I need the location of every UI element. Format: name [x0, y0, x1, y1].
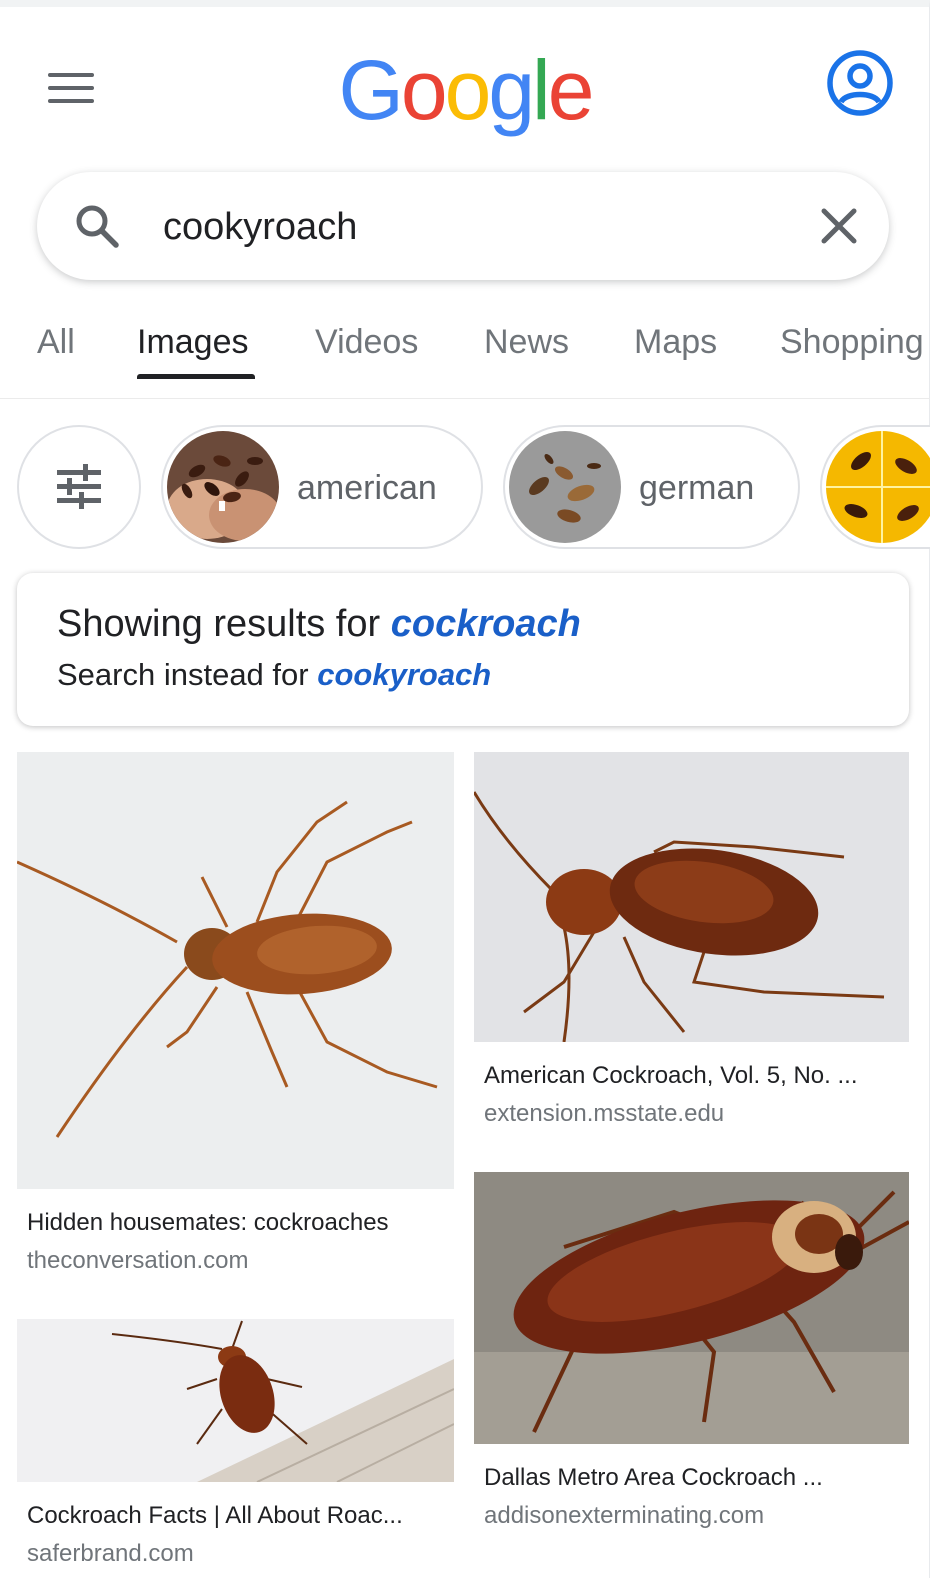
result-image[interactable]	[17, 1319, 454, 1482]
tab-images[interactable]: Images	[137, 323, 249, 362]
image-result[interactable]: Cockroach Facts | All About Roac... safe…	[17, 1319, 454, 1578]
result-title[interactable]: American Cockroach, Vol. 5, No. ...	[484, 1062, 904, 1090]
result-source: theconversation.com	[27, 1247, 249, 1274]
original-query-link[interactable]: cookyroach	[317, 657, 491, 692]
showing-results-line: Showing results for cockroach	[57, 603, 581, 646]
filter-chip[interactable]	[17, 425, 141, 549]
showing-results-text: Showing results for	[57, 603, 381, 645]
result-title[interactable]: Hidden housemates: cockroaches	[27, 1209, 447, 1237]
result-source: saferbrand.com	[27, 1540, 194, 1567]
image-result[interactable]: Dallas Metro Area Cockroach ... addisone…	[474, 1172, 909, 1578]
result-image[interactable]	[474, 1172, 909, 1444]
result-title[interactable]: Cockroach Facts | All About Roac...	[27, 1502, 447, 1530]
image-result[interactable]: Hidden housemates: cockroaches theconver…	[17, 752, 454, 1292]
account-circle-icon[interactable]	[826, 49, 894, 117]
chip-more[interactable]	[820, 425, 930, 549]
chip-german-label: german	[639, 469, 755, 507]
search-input[interactable]	[163, 200, 763, 254]
result-title[interactable]: Dallas Metro Area Cockroach ...	[484, 1464, 904, 1492]
chip-german-thumbnail	[509, 431, 621, 543]
chip-american-label: american	[297, 469, 437, 507]
tab-maps[interactable]: Maps	[634, 323, 717, 362]
search-instead-line: Search instead for cookyroach	[57, 657, 491, 693]
image-result[interactable]: American Cockroach, Vol. 5, No. ... exte…	[474, 752, 909, 1142]
tab-shopping[interactable]: Shopping	[780, 323, 924, 362]
chip-german[interactable]: german	[503, 425, 800, 549]
tab-news[interactable]: News	[484, 323, 569, 362]
page: Google All Images Videos News Maps Shopp…	[0, 0, 930, 1578]
tab-all[interactable]: All	[37, 323, 75, 362]
corrected-query-link[interactable]: cockroach	[391, 603, 581, 645]
tab-videos[interactable]: Videos	[315, 323, 418, 362]
tune-filter-icon	[57, 464, 101, 509]
chip-american[interactable]: american	[161, 425, 483, 549]
result-image[interactable]	[17, 752, 454, 1189]
search-icon[interactable]	[73, 202, 121, 250]
result-source: addisonexterminating.com	[484, 1502, 765, 1529]
search-bar	[37, 172, 889, 280]
search-tabs: All Images Videos News Maps Shopping	[0, 307, 930, 399]
spelling-correction-card: Showing results for cockroach Search ins…	[17, 573, 909, 726]
chip-american-thumbnail	[167, 431, 279, 543]
active-tab-indicator	[137, 374, 255, 379]
search-instead-text: Search instead for	[57, 657, 309, 692]
result-source: extension.msstate.edu	[484, 1100, 725, 1127]
close-icon[interactable]	[817, 204, 861, 248]
result-image[interactable]	[474, 752, 909, 1042]
suggestion-chips: american german	[0, 423, 930, 551]
google-logo[interactable]: Google	[0, 45, 930, 135]
chip-more-thumbnail	[826, 431, 930, 543]
